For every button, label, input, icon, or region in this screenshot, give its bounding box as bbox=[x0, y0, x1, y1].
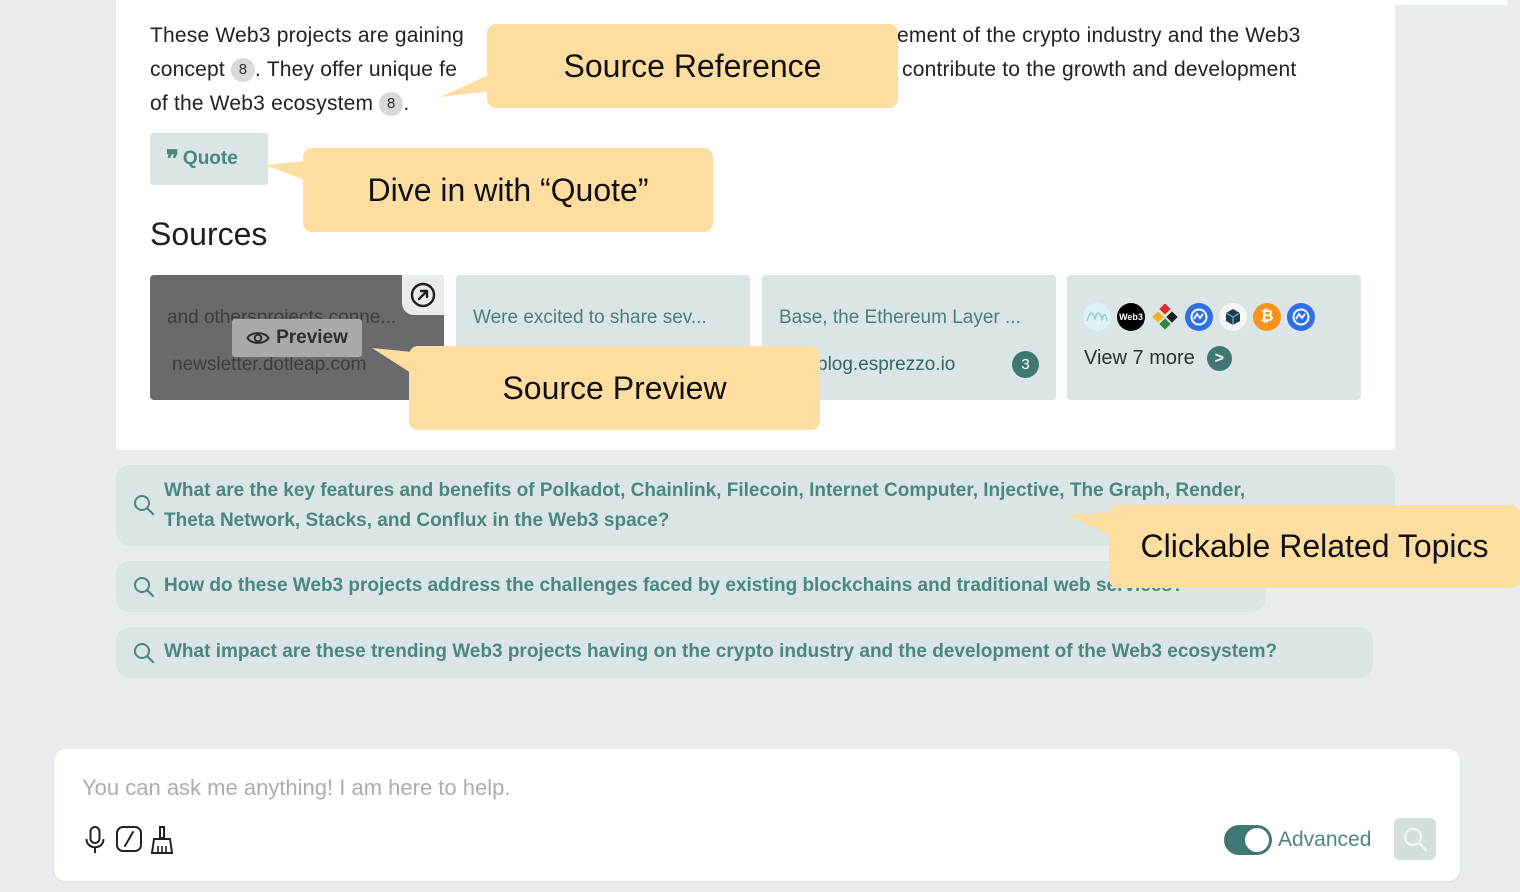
advanced-toggle[interactable] bbox=[1224, 825, 1272, 855]
cube-logo bbox=[1219, 303, 1247, 331]
source-count-badge: 3 bbox=[1012, 351, 1039, 378]
related-topic-2[interactable]: How do these Web3 projects address the c… bbox=[116, 561, 1266, 612]
source-snippet: Were excited to share sev... bbox=[473, 307, 707, 328]
view-more-sources-card[interactable]: Web3 ₿ View 7 more > bbox=[1067, 275, 1361, 400]
broom-clear-icon[interactable] bbox=[150, 825, 174, 855]
view-more-link[interactable]: View 7 more > bbox=[1084, 346, 1232, 371]
search-icon bbox=[134, 643, 155, 664]
answer-text: . bbox=[403, 92, 410, 115]
preview-button[interactable]: Preview bbox=[232, 319, 362, 357]
coinmarketcap-logo-2 bbox=[1287, 303, 1315, 331]
related-topic-line: What are the key features and benefits o… bbox=[164, 480, 1246, 501]
chat-input-bar: Advanced bbox=[54, 749, 1460, 881]
related-topic-3[interactable]: What impact are these trending Web3 proj… bbox=[116, 627, 1373, 678]
eye-icon bbox=[246, 332, 270, 344]
source-snippet: Base, the Ethereum Layer ... bbox=[779, 307, 1021, 328]
citation-badge[interactable]: 8 bbox=[231, 58, 255, 82]
callout-related-topics: Clickable Related Topics bbox=[1109, 505, 1520, 588]
quote-icon: ❞ bbox=[166, 144, 179, 173]
answer-card-edge bbox=[1395, 0, 1507, 5]
waves-logo bbox=[1083, 303, 1111, 331]
callout-source-preview: Source Preview bbox=[409, 346, 820, 430]
source-domain: newsletter.dotleap.com bbox=[172, 354, 367, 375]
callout-quote: Dive in with “Quote” bbox=[303, 148, 713, 232]
source-logos: Web3 ₿ bbox=[1083, 303, 1315, 331]
search-icon bbox=[134, 577, 155, 598]
answer-text: . They offer unique fe bbox=[255, 58, 458, 81]
answer-text: concept bbox=[150, 58, 225, 81]
answer-text: contribute to the growth and development bbox=[902, 58, 1297, 81]
chevron-right-icon: > bbox=[1206, 346, 1232, 371]
advanced-label: Advanced bbox=[1278, 828, 1372, 851]
sources-heading: Sources bbox=[150, 216, 268, 252]
source-domain: blog.esprezzo.io bbox=[817, 354, 956, 375]
external-link-button[interactable] bbox=[402, 275, 444, 315]
answer-line-3: of the Web3 ecosystem 8. bbox=[150, 87, 409, 121]
web3-logo: Web3 bbox=[1117, 303, 1145, 331]
answer-text: ement of the crypto industry and the Web… bbox=[897, 24, 1301, 47]
slash-command-icon[interactable] bbox=[115, 825, 143, 853]
quote-button-label: Quote bbox=[182, 148, 238, 169]
answer-text: of the Web3 ecosystem bbox=[150, 92, 374, 115]
microphone-icon[interactable] bbox=[84, 825, 106, 855]
callout-source-reference: Source Reference bbox=[487, 24, 898, 108]
colorful-diamond-logo bbox=[1151, 303, 1179, 331]
answer-line-1-end: ement of the crypto industry and the Web… bbox=[897, 19, 1301, 53]
bitcoin-logo: ₿ bbox=[1253, 303, 1281, 331]
answer-line-2: concept 8. They offer unique fe bbox=[150, 53, 457, 87]
answer-line-1: These Web3 projects are gaining bbox=[150, 19, 464, 53]
citation-badge[interactable]: 8 bbox=[379, 92, 404, 116]
related-topic-text: How do these Web3 projects address the c… bbox=[164, 575, 1184, 596]
search-icon bbox=[1403, 827, 1428, 852]
answer-line-2-end: contribute to the growth and development bbox=[902, 53, 1296, 87]
chat-input[interactable] bbox=[82, 775, 882, 801]
preview-label: Preview bbox=[276, 327, 348, 348]
search-submit-button[interactable] bbox=[1394, 818, 1436, 860]
search-icon bbox=[134, 495, 155, 516]
external-link-icon bbox=[410, 282, 436, 308]
quote-button[interactable]: ❞ Quote bbox=[150, 133, 268, 185]
related-topic-text: What impact are these trending Web3 proj… bbox=[164, 641, 1278, 662]
toggle-knob bbox=[1245, 828, 1269, 852]
coinmarketcap-logo bbox=[1185, 303, 1213, 331]
view-more-label: View 7 more bbox=[1084, 347, 1195, 369]
answer-text: These Web3 projects are gaining bbox=[150, 24, 464, 47]
